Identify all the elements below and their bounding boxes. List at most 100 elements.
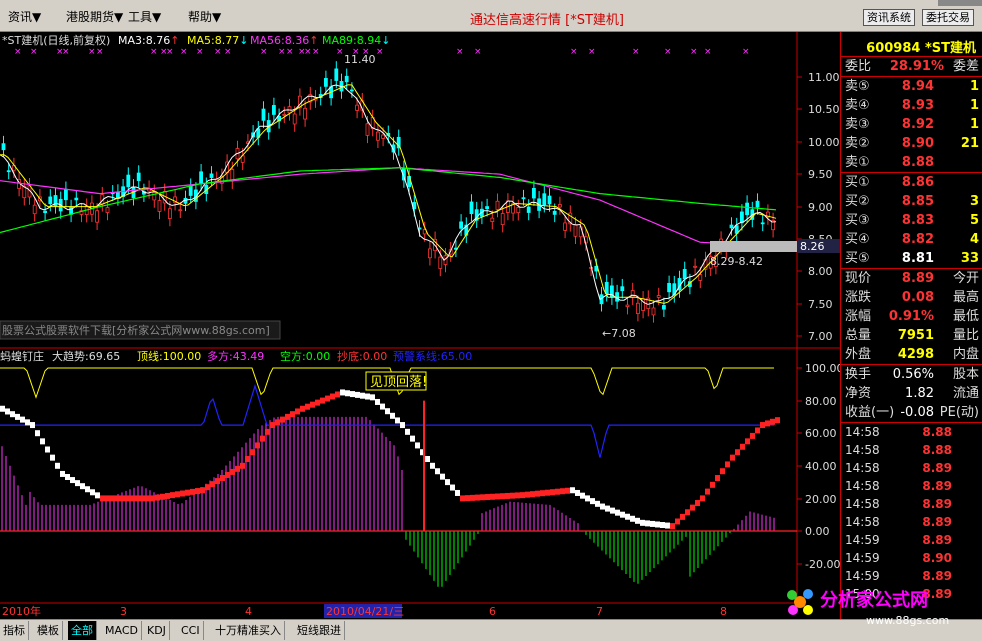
bottom-tab[interactable]: 十万精准买入 (212, 621, 285, 640)
trend-block (485, 494, 490, 501)
trend-block (535, 490, 540, 497)
trend-block (330, 393, 335, 400)
y-tick-main: 7.50 (808, 298, 833, 311)
candle (469, 201, 474, 215)
tick-row: 14:58 8.89 (845, 461, 952, 475)
watermark-text: 股票公式股票软件下载[分析家公式网www.88gs.com] (2, 323, 270, 337)
trend-block (505, 492, 510, 499)
svg-text:×: × (632, 47, 640, 57)
trend-block (645, 520, 650, 527)
trend-block (415, 442, 420, 449)
svg-text:×: × (62, 47, 70, 57)
trend-block (0, 405, 5, 412)
candle (625, 304, 630, 307)
trend-block (15, 413, 20, 420)
trend-block (255, 442, 260, 449)
y-tick-indicator: 20.00 (805, 493, 837, 506)
candle (178, 209, 183, 212)
window-controls[interactable] (938, 0, 982, 6)
candle (6, 170, 11, 173)
trend-block (755, 427, 760, 434)
y-tick-main: 7.00 (808, 330, 833, 343)
menu-help[interactable]: 帮助▼ (188, 8, 221, 25)
menu-info[interactable]: 资讯▼ (8, 8, 41, 25)
chart-area[interactable]: × × × × × × × × × × × × × × × × × × × × × × × × × × × × × × × × *ST建机(日… (0, 32, 840, 619)
trend-block (410, 435, 415, 442)
trend-block (355, 391, 360, 398)
svg-text:×: × (286, 47, 294, 57)
trade-button[interactable]: 委托交易 (922, 9, 974, 26)
trend-block (80, 483, 85, 490)
trend-block (480, 494, 485, 501)
trend-block (430, 462, 435, 469)
trend-block (325, 395, 330, 402)
y-tick-indicator: 60.00 (805, 427, 837, 440)
trend-block (125, 495, 130, 502)
candle (558, 204, 562, 208)
bottom-tab[interactable]: KDJ (144, 621, 170, 640)
bottom-tab[interactable]: MACD (102, 621, 142, 640)
trend-block (385, 408, 390, 415)
tick-row: 14:59 8.89 (845, 533, 952, 547)
ma89-label: MA89:8.94↓ (322, 34, 390, 47)
menu-hk-futures[interactable]: 港股期货▼ (66, 8, 123, 25)
candle (500, 213, 505, 226)
candle (573, 224, 578, 237)
y-tick-main: 9.50 (808, 168, 833, 181)
quote-row: 买⑤ 8.81 33 (845, 251, 979, 266)
svg-text:×: × (14, 47, 22, 57)
trend-block (100, 495, 105, 502)
trend-block (655, 521, 660, 528)
main-chart-title: *ST建机(日线,前复权) (2, 33, 110, 47)
x-axis-label: 4 (245, 605, 252, 618)
trend-block (705, 488, 710, 495)
trend-block (440, 473, 445, 480)
candle (459, 221, 464, 229)
trend-block (675, 518, 680, 525)
trend-block (745, 438, 750, 445)
candle (1, 143, 6, 151)
candle (167, 208, 172, 219)
info-system-button[interactable]: 资讯系统 (863, 9, 915, 26)
candle (651, 307, 656, 316)
y-tick-main: 9.00 (808, 201, 833, 214)
trend-block (40, 438, 45, 445)
trend-block (600, 503, 605, 510)
trend-block (190, 488, 195, 495)
candle (682, 269, 687, 280)
site-logo: 分析家公式网 www.88gs.com (787, 589, 949, 627)
chart-svg[interactable]: × × ×× × × × ×× × × × × × × × ×× × × × × × × × × × × × × × × *ST建机(日… (0, 32, 840, 619)
indicator-top: 顶线:100.00 (137, 349, 201, 363)
trend-block (115, 495, 120, 502)
svg-text:×: × (304, 47, 312, 57)
trend-block (465, 495, 470, 502)
trend-block (210, 481, 215, 488)
trend-block (395, 417, 400, 424)
svg-text:×: × (312, 47, 320, 57)
app-title: 通达信高速行情 [*ST建机] (470, 13, 624, 28)
bottom-tab[interactable]: 短线跟进 (294, 621, 345, 640)
stat-row: 涨跌 0.08 最高 (845, 290, 979, 305)
candle (355, 104, 360, 111)
trend-block (450, 484, 455, 491)
trend-block (585, 495, 590, 502)
tick-row: 14:59 8.90 (845, 551, 952, 565)
candle (381, 134, 386, 139)
y-tick-indicator: 80.00 (805, 395, 837, 408)
candle (48, 196, 53, 204)
bottom-tab[interactable]: 指标 (0, 621, 29, 640)
trend-block (690, 504, 695, 511)
bottom-tab[interactable]: CCI (178, 621, 204, 640)
trend-block (350, 391, 355, 398)
y-tick-main: 11.00 (808, 71, 840, 84)
trend-block (340, 389, 345, 396)
trend-block (245, 456, 250, 463)
trend-block (315, 399, 320, 406)
trend-block (205, 484, 210, 491)
trend-block (560, 488, 565, 495)
trend-block (730, 454, 735, 461)
bottom-tab[interactable]: 全部 (68, 621, 97, 640)
menu-tools[interactable]: 工具▼ (128, 8, 161, 25)
bottom-tab[interactable]: 模板 (34, 621, 63, 640)
candle (693, 265, 697, 268)
